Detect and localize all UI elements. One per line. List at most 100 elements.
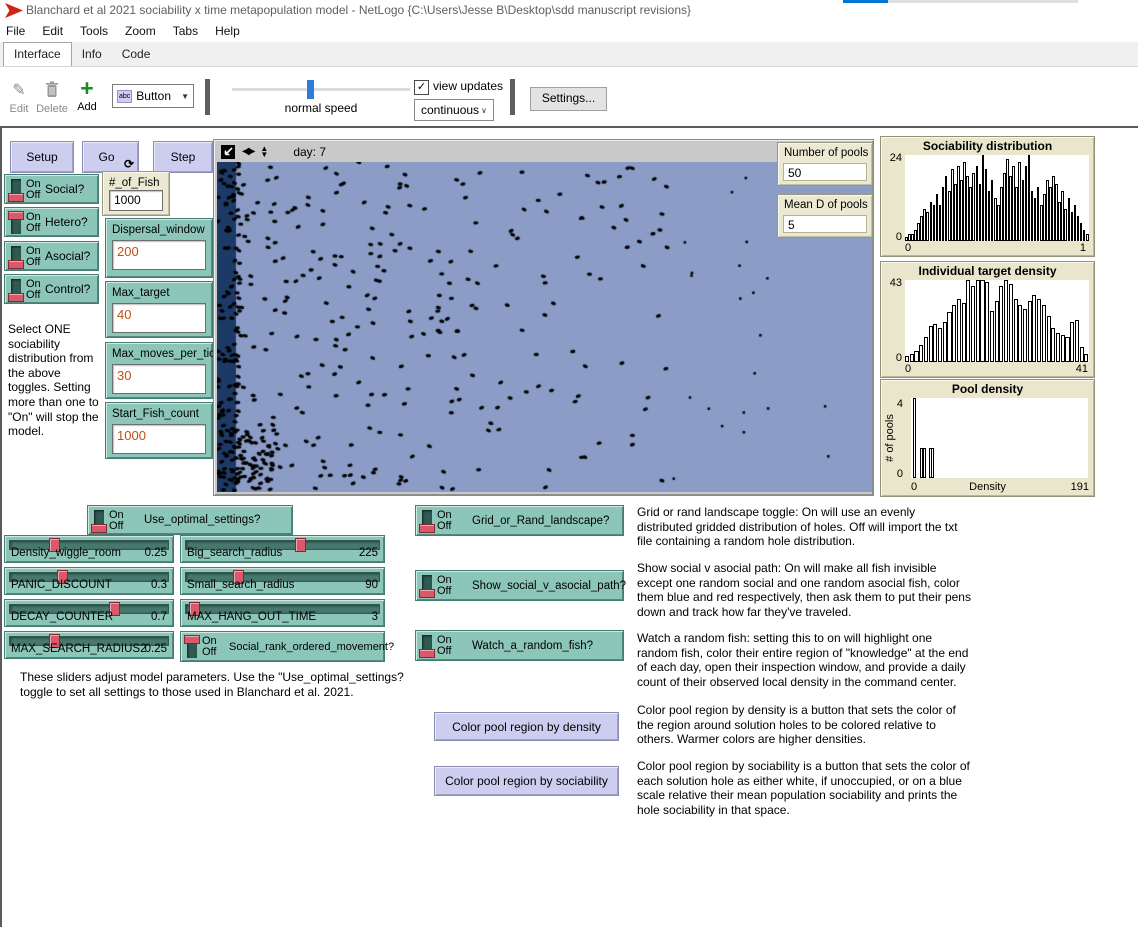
view-horizontal-arrows-icon[interactable]: ◀▶ <box>242 147 253 157</box>
speed-slider-track[interactable] <box>232 88 410 91</box>
switch-handle[interactable] <box>91 524 107 533</box>
menu-zoom[interactable]: Zoom <box>125 24 156 38</box>
slider-decay-counter[interactable]: DECAY_COUNTER 0.7 <box>4 599 174 627</box>
go-button[interactable]: Go ⟳ <box>82 141 139 173</box>
monitor-mean-d-of-pools: Mean D of pools 5 <box>777 194 873 238</box>
slider-handle[interactable] <box>295 538 306 552</box>
menu-tabs[interactable]: Tabs <box>173 24 198 38</box>
slider-value: 225 <box>359 547 378 559</box>
update-mode-dropdown[interactable]: continuous ∨ <box>414 99 494 121</box>
switch-label: Grid_or_Rand_landscape? <box>472 515 609 527</box>
input-max-target: Max_target 40 <box>105 281 213 338</box>
off-label: Off <box>26 223 40 234</box>
input-label: #_of_Fish <box>109 177 160 189</box>
y-max-tick: 24 <box>881 152 902 164</box>
widget-type-dropdown[interactable]: abc Button ▼ <box>112 84 194 108</box>
setup-label: Setup <box>11 150 73 164</box>
switch-use-optimal-settings[interactable]: On Off Use_optimal_settings? <box>87 505 293 535</box>
input-field[interactable]: 30 <box>112 364 206 394</box>
slider-max-search-radius2[interactable]: MAX_SEARCH_RADIUS2 0.25 <box>4 631 174 659</box>
slider-value: 3 <box>372 611 378 623</box>
histogram-bar <box>1065 337 1069 362</box>
input-field[interactable]: 200 <box>112 240 206 270</box>
x-max-tick: 41 <box>1076 363 1088 375</box>
delete-widget-button[interactable]: Delete <box>36 81 68 115</box>
view-vertical-arrows-icon[interactable]: ▲▼ <box>260 146 268 158</box>
histogram-bar <box>976 280 980 362</box>
monitor-number-of-pools: Number of pools 50 <box>777 142 873 186</box>
histogram-bar <box>1018 305 1022 362</box>
plot-title: Sociability distribution <box>881 139 1094 153</box>
input-field[interactable]: 1000 <box>109 190 163 211</box>
world-view-canvas[interactable] <box>217 162 872 492</box>
description-grid-landscape: Grid or rand landscape toggle: On will u… <box>637 505 971 549</box>
switch-handle[interactable] <box>8 260 24 269</box>
menu-help[interactable]: Help <box>215 24 240 38</box>
switch-hetero[interactable]: On Off Hetero? <box>4 207 99 237</box>
switch-handle[interactable] <box>419 589 435 598</box>
histogram-bar <box>971 286 975 362</box>
menu-tools[interactable]: Tools <box>80 24 108 38</box>
switch-asocial[interactable]: On Off Asocial? <box>4 241 99 271</box>
button-label: Color pool region by density <box>435 720 618 734</box>
slider-label: Density_wiggle_room <box>11 547 121 559</box>
histogram-bar <box>1014 299 1018 362</box>
switch-control[interactable]: On Off Control? <box>4 274 99 304</box>
settings-button[interactable]: Settings... <box>530 87 607 111</box>
switch-handle[interactable] <box>8 211 24 220</box>
tab-interface[interactable]: Interface <box>3 42 72 66</box>
switch-handle[interactable] <box>8 293 24 302</box>
slider-label: MAX_SEARCH_RADIUS2 <box>11 643 146 655</box>
histogram-bar <box>1009 284 1013 362</box>
switch-handle[interactable] <box>419 649 435 658</box>
speed-slider-thumb[interactable] <box>307 80 314 99</box>
switch-label: Hetero? <box>45 215 88 229</box>
off-label: Off <box>437 646 451 657</box>
switch-handle[interactable] <box>419 524 435 533</box>
input-field[interactable]: 40 <box>112 303 206 333</box>
histogram-bar <box>933 324 937 362</box>
color-pool-by-density-button[interactable]: Color pool region by density <box>434 712 619 741</box>
slider-small-search-radius[interactable]: Small_search_radius 90 <box>180 567 385 595</box>
histogram-bar <box>1070 322 1074 362</box>
slider-density-wiggle-room[interactable]: Density_wiggle_room 0.25 <box>4 535 174 563</box>
button-label: Color pool region by sociability <box>435 774 618 788</box>
input-max-moves: Max_moves_per_tick 30 <box>105 342 213 399</box>
view-updates-checkbox[interactable]: ✓ <box>414 80 429 95</box>
add-widget-button[interactable]: + Add <box>74 79 100 113</box>
input-field[interactable]: 1000 <box>112 424 206 454</box>
slider-panic-discount[interactable]: PANIC_DISCOUNT 0.3 <box>4 567 174 595</box>
arrow-right-icon: ▶ <box>248 147 254 157</box>
setup-button[interactable]: Setup <box>10 141 74 173</box>
switch-handle[interactable] <box>184 635 200 644</box>
add-label: Add <box>74 101 100 113</box>
slider-max-hang-out-time[interactable]: MAX_HANG_OUT_TIME 3 <box>180 599 385 627</box>
view-resize-icon[interactable] <box>221 145 235 159</box>
menu-edit[interactable]: Edit <box>42 24 63 38</box>
switch-label: Asocial? <box>45 249 90 263</box>
description-show-path: Show social v asocial path: On will make… <box>637 561 971 619</box>
histogram-bar <box>999 286 1003 362</box>
step-button[interactable]: Step <box>153 141 213 173</box>
histogram-bar <box>1023 309 1027 362</box>
plot-pool-density: Pool density # of pools 4 0 0 Density 19… <box>880 379 1095 497</box>
slider-big-search-radius[interactable]: Big_search_radius 225 <box>180 535 385 563</box>
switch-grid-or-rand-landscape[interactable]: On Off Grid_or_Rand_landscape? <box>415 505 624 536</box>
y-min-tick: 0 <box>889 468 903 480</box>
edit-widget-button[interactable]: ✎ Edit <box>6 81 32 115</box>
tab-info[interactable]: Info <box>72 43 112 66</box>
histogram-bar <box>1028 301 1032 362</box>
menu-file[interactable]: File <box>6 24 25 38</box>
switch-social-rank-ordered-movement[interactable]: On Off Social_rank_ordered_movement? <box>180 631 385 662</box>
switch-social[interactable]: On Off Social? <box>4 174 99 204</box>
switch-label: Social? <box>45 182 84 196</box>
interface-toolbar: ✎ Edit Delete + Add abc Button ▼ normal … <box>0 67 1138 126</box>
switch-show-social-v-asocial-path[interactable]: On Off Show_social_v_asocial_path? <box>415 570 624 601</box>
color-pool-by-sociability-button[interactable]: Color pool region by sociability <box>434 766 619 796</box>
switch-handle[interactable] <box>8 193 24 202</box>
step-label: Step <box>154 150 212 164</box>
slider-value: 0.7 <box>151 611 167 623</box>
tab-code[interactable]: Code <box>112 43 161 66</box>
switch-watch-a-random-fish[interactable]: On Off Watch_a_random_fish? <box>415 630 624 661</box>
switch-label: Show_social_v_asocial_path? <box>472 580 626 592</box>
